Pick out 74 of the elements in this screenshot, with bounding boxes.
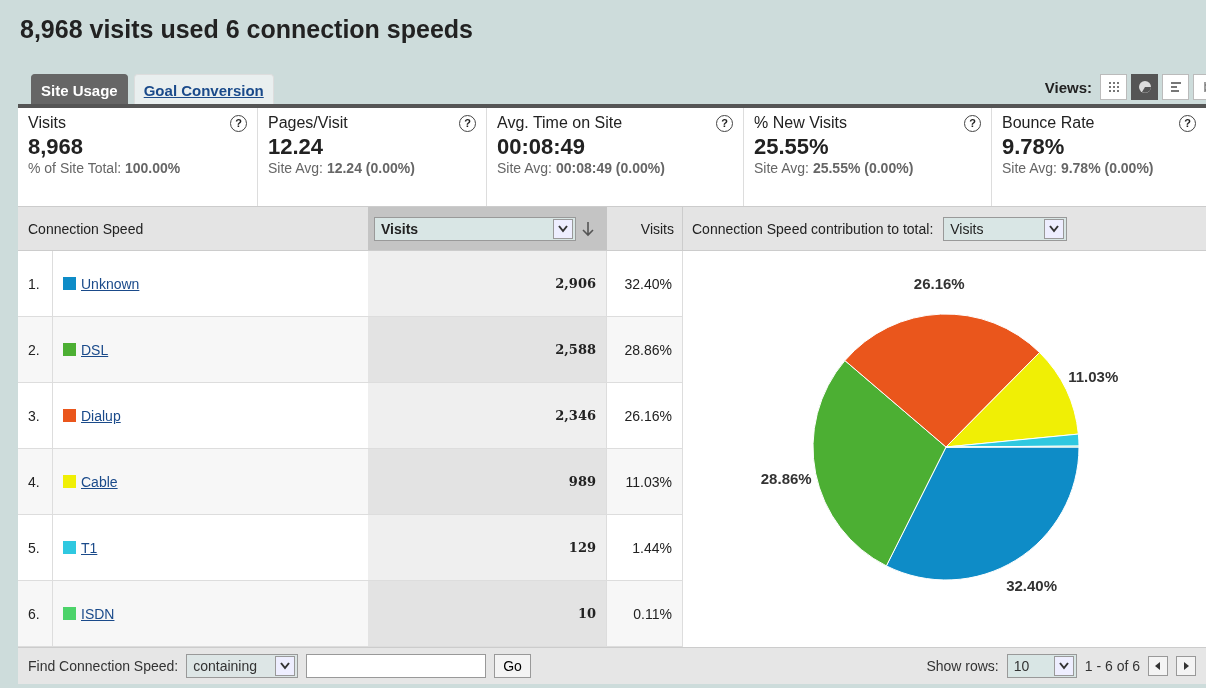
visits-cell: 2,346: [555, 408, 596, 423]
search-field[interactable]: [306, 654, 487, 678]
contribution-label: Connection Speed contribution to total:: [692, 220, 934, 237]
percent-cell: 0.11%: [633, 605, 672, 622]
metric-label: Bounce Rate: [1002, 114, 1095, 132]
sort-descending-icon[interactable]: [582, 220, 594, 237]
bar-chart-icon: [1169, 81, 1182, 93]
metric-comparison: Site Avg: 9.78% (0.00%): [1002, 160, 1154, 176]
tab[interactable]: Goal Conversion: [133, 74, 274, 104]
metric-label: % New Visits: [754, 114, 848, 132]
metric-label: Pages/Visit: [268, 114, 348, 132]
visits-cell: 989: [568, 474, 596, 489]
percent-cell: 28.86%: [624, 341, 672, 358]
connection-speed-link[interactable]: T1: [81, 539, 98, 556]
go-button[interactable]: Go: [494, 654, 531, 678]
visits-cell: 2,906: [555, 276, 596, 291]
connection-speed-link[interactable]: DSL: [81, 341, 109, 358]
visits-cell: 2,588: [555, 342, 596, 357]
metric-value: 8,968: [28, 134, 84, 160]
table-view-button[interactable]: [1100, 74, 1127, 100]
metric-label: Avg. Time on Site: [497, 114, 623, 132]
row-number: 3.: [28, 407, 40, 424]
report-title: 8,968 visits used 6 connection speeds: [19, 14, 474, 45]
visits-cell: 10: [577, 606, 596, 621]
show-rows-label: Show rows:: [926, 658, 999, 674]
metric-value: 25.55%: [754, 134, 829, 160]
percent-cell: 11.03%: [625, 473, 672, 490]
row-number: 4.: [28, 473, 40, 490]
find-label: Find Connection Speed:: [28, 658, 179, 674]
views-label: Views:: [1044, 78, 1092, 96]
metric-comparison: % of Site Total: 100.00%: [28, 160, 181, 176]
metric-comparison: Site Avg: 00:08:49 (0.00%): [497, 160, 665, 176]
slice-label: 32.40%: [1006, 576, 1058, 594]
chevron-down-icon: [558, 224, 568, 233]
grid-icon: [1107, 81, 1120, 93]
row-number: 1.: [28, 275, 40, 292]
chevron-down-icon: [280, 662, 291, 670]
triangle-left-icon: [1155, 662, 1161, 670]
next-page-button[interactable]: [1176, 656, 1196, 676]
slice-label: 11.03%: [1068, 368, 1119, 385]
column-header: Connection Speed: [28, 220, 144, 237]
row-number: 2.: [28, 341, 40, 358]
row-number: 6.: [28, 605, 40, 622]
match-select[interactable]: containing: [186, 654, 299, 678]
visits-cell: 129: [568, 540, 596, 555]
percent-cell: 32.40%: [624, 275, 672, 292]
metric-value: 12.24: [268, 134, 324, 160]
rows-select[interactable]: 10: [1006, 654, 1077, 678]
metric-comparison: Site Avg: 25.55% (0.00%): [754, 160, 914, 176]
page-range: 1 - 6 of 6: [1084, 658, 1140, 674]
tab[interactable]: Site Usage: [31, 74, 128, 104]
metric-value: 9.78%: [1002, 134, 1065, 160]
metric-comparison: Site Avg: 12.24 (0.00%): [268, 160, 415, 176]
chevron-down-icon: [1049, 224, 1060, 233]
contribution-select[interactable]: Visits: [943, 216, 1068, 241]
pie-view-button[interactable]: [1131, 74, 1158, 100]
percent-cell: 1.44%: [632, 539, 672, 556]
row-number: 5.: [28, 539, 40, 556]
metric-value: 00:08:49: [497, 134, 586, 160]
connection-speed-link[interactable]: Unknown: [81, 275, 140, 292]
slice-label: 26.16%: [913, 275, 965, 293]
percent-cell: 26.16%: [624, 407, 672, 424]
connection-speed-link[interactable]: Dialup: [81, 407, 121, 424]
pie-chart-icon: [1137, 80, 1152, 94]
slice-label: 28.86%: [760, 470, 812, 488]
previous-page-button[interactable]: [1148, 656, 1168, 676]
connection-speed-link[interactable]: Cable: [81, 473, 118, 490]
metric-label: Visits: [28, 114, 66, 132]
chevron-down-icon: [1058, 662, 1069, 670]
metric-select[interactable]: Visits: [374, 216, 576, 241]
bar-view-button[interactable]: [1162, 74, 1189, 100]
connection-speed-link[interactable]: ISDN: [81, 605, 115, 622]
column-header: Visits: [640, 220, 674, 237]
triangle-right-icon: [1183, 662, 1189, 670]
